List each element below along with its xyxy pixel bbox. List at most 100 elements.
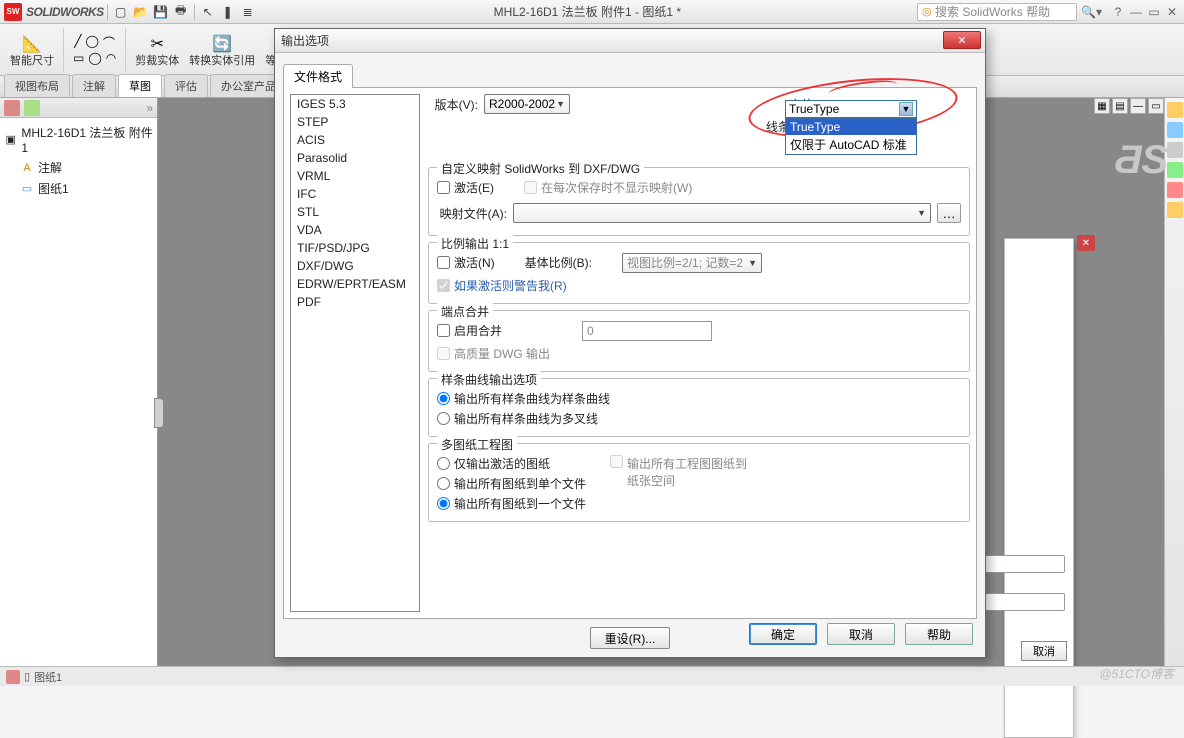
dialog-title: 输出选项 (275, 29, 985, 53)
mapping-file-label: 映射文件(A): (437, 205, 507, 222)
bg-combo-1[interactable] (985, 555, 1065, 573)
chk-hq-dwg: 高质量 DWG 输出 (437, 345, 961, 362)
taskpane-resources-icon[interactable] (1167, 122, 1183, 138)
chk-activate-scale[interactable]: 激活(N) (437, 254, 495, 271)
tab-annotations[interactable]: 注解 (72, 74, 116, 97)
task-pane (1164, 98, 1184, 666)
panel-drag-handle[interactable] (154, 398, 164, 428)
font-combo-dropdown[interactable]: TrueType 仅限于 AutoCAD 标准 (785, 118, 917, 155)
version-label: 版本(V): (428, 96, 478, 113)
rebuild-icon[interactable]: ❚ (219, 3, 237, 21)
feature-tree[interactable]: ▣MHL2-16D1 法兰板 附件1 A注解 ▭图纸1 (0, 118, 157, 203)
reset-button[interactable]: 重设(R)... (590, 627, 670, 649)
fmt-acis[interactable]: ACIS (291, 131, 419, 149)
export-options-dialog: 输出选项 ✕ 文件格式 IGES 5.3 STEP ACIS Parasolid… (274, 28, 986, 658)
fmt-vda[interactable]: VDA (291, 221, 419, 239)
help-search-input[interactable]: ◎ 搜索 SolidWorks 帮助 (917, 3, 1077, 21)
font-combo[interactable]: TrueType▼ TrueType 仅限于 AutoCAD 标准 (785, 100, 917, 155)
radio-all-sheets-one[interactable]: 输出所有图纸到一个文件 (437, 495, 586, 512)
titlebar: SW SOLIDWORKS ▢ 📂 💾 🖶 ↖ ❚ ≣ MHL2-16D1 法兰… (0, 0, 1184, 24)
panel-header: » (0, 98, 157, 118)
chk-warn-if-active[interactable]: 如果激活则警告我(R) (437, 277, 961, 294)
chk-export-paper-space: 输出所有工程图图纸到纸张空间 (610, 455, 750, 512)
mdi-panel2-icon[interactable]: ▤ (1112, 98, 1128, 114)
fmt-step[interactable]: STEP (291, 113, 419, 131)
fmt-ifc[interactable]: IFC (291, 185, 419, 203)
help-icon[interactable]: ? (1110, 4, 1126, 20)
chk-enable-merge[interactable]: 启用合并 (437, 322, 502, 339)
bg-cancel-button[interactable]: 取消 (1021, 641, 1067, 661)
ds-watermark: ƋS (1115, 138, 1168, 183)
mdi-panel-icon[interactable]: ▦ (1094, 98, 1110, 114)
font-option-truetype[interactable]: TrueType (786, 119, 916, 135)
base-scale-label: 基体比例(B): (525, 254, 592, 271)
watermark-text: @51CTO博客 (1099, 665, 1174, 682)
mapping-file-combo: ▼ (513, 203, 931, 223)
new-icon[interactable]: ▢ (112, 3, 130, 21)
font-option-autocad-std[interactable]: 仅限于 AutoCAD 标准 (786, 135, 916, 154)
ribbon-convert[interactable]: 🔄转换实体引用 (185, 30, 259, 69)
fmt-dxfdwg[interactable]: DXF/DWG (291, 257, 419, 275)
ribbon-line-tools[interactable]: ╱◯⌒ ▭◯◠ (69, 32, 120, 67)
document-title: MHL2-16D1 法兰板 附件1 - 图纸1 * (258, 3, 917, 20)
open-icon[interactable]: 📂 (132, 3, 150, 21)
panel-pin-icon[interactable]: » (146, 101, 153, 115)
tree-root: ▣MHL2-16D1 法兰板 附件1 (4, 122, 153, 157)
mapping-browse-button[interactable]: … (937, 203, 961, 223)
taskpane-custom-icon[interactable] (1167, 182, 1183, 198)
chk-activate-mapping[interactable]: 激活(E) (437, 179, 494, 196)
fmt-iges[interactable]: IGES 5.3 (291, 95, 419, 113)
minimize-icon[interactable]: — (1128, 4, 1144, 20)
fmt-stl[interactable]: STL (291, 203, 419, 221)
tree-annotations: A注解 (4, 157, 153, 178)
tab-sketch[interactable]: 草图 (118, 74, 162, 97)
scale-group-title: 比例输出 1:1 (437, 235, 513, 252)
bg-dialog-close-icon[interactable]: ✕ (1077, 235, 1095, 251)
bg-combo-2[interactable] (985, 593, 1065, 611)
taskpane-design-icon[interactable] (1167, 142, 1183, 158)
fmt-edrw[interactable]: EDRW/EPRT/EASM (291, 275, 419, 293)
radio-spline-as-polyline[interactable]: 输出所有样条曲线为多叉线 (437, 410, 961, 427)
mapping-group-title: 自定义映射 SolidWorks 到 DXF/DWG (437, 160, 644, 177)
base-scale-combo: 视图比例=2/1; 记数=2▼ (622, 253, 762, 273)
fmt-parasolid[interactable]: Parasolid (291, 149, 419, 167)
radio-all-sheets-separate[interactable]: 输出所有图纸到单个文件 (437, 475, 586, 492)
save-icon[interactable]: 💾 (152, 3, 170, 21)
fmt-vrml[interactable]: VRML (291, 167, 419, 185)
taskpane-home-icon[interactable] (1167, 102, 1183, 118)
chk-dont-show-mapping: 在每次保存时不显示映射(W) (524, 179, 692, 196)
maximize-icon[interactable]: ▭ (1146, 4, 1162, 20)
ok-button[interactable]: 确定 (749, 623, 817, 645)
options-icon[interactable]: ≣ (239, 3, 257, 21)
pm-tab-icon[interactable] (24, 100, 40, 116)
tab-view-layout[interactable]: 视图布局 (4, 74, 70, 97)
help-button[interactable]: 帮助 (905, 623, 973, 645)
radio-spline-as-spline[interactable]: 输出所有样条曲线为样条曲线 (437, 390, 961, 407)
fmt-pdf[interactable]: PDF (291, 293, 419, 311)
brand-text: SOLIDWORKS (26, 5, 104, 19)
mdi-min-icon[interactable]: — (1130, 98, 1146, 114)
select-icon[interactable]: ↖ (199, 3, 217, 21)
status-bar: ▯图纸1 (0, 666, 1184, 686)
spline-group-title: 样条曲线输出选项 (437, 371, 541, 388)
taskpane-forum-icon[interactable] (1167, 202, 1183, 218)
mdi-max-icon[interactable]: ▭ (1148, 98, 1164, 114)
fmt-tif[interactable]: TIF/PSD/JPG (291, 239, 419, 257)
ribbon-trim[interactable]: ✂剪裁实体 (131, 30, 183, 69)
cancel-button[interactable]: 取消 (827, 623, 895, 645)
ribbon-smart-dim[interactable]: 📐智能尺寸 (6, 30, 58, 69)
print-icon[interactable]: 🖶 (172, 3, 190, 21)
background-dialog: ✕ 取消 (1004, 238, 1074, 738)
tab-evaluate[interactable]: 评估 (164, 74, 208, 97)
version-combo[interactable]: R2000-2002▼ (484, 94, 570, 114)
taskpane-appearance-icon[interactable] (1167, 162, 1183, 178)
close-icon[interactable]: ✕ (1164, 4, 1180, 20)
merge-value-input (582, 321, 712, 341)
multisheet-group-title: 多图纸工程图 (437, 436, 517, 453)
dialog-close-button[interactable]: ✕ (943, 31, 981, 49)
export-format-list[interactable]: IGES 5.3 STEP ACIS Parasolid VRML IFC ST… (290, 94, 420, 612)
tab-file-format[interactable]: 文件格式 (283, 64, 353, 88)
feature-manager: » ▣MHL2-16D1 法兰板 附件1 A注解 ▭图纸1 (0, 98, 158, 666)
fm-tab-icon[interactable] (4, 100, 20, 116)
radio-active-sheet-only[interactable]: 仅输出激活的图纸 (437, 455, 586, 472)
